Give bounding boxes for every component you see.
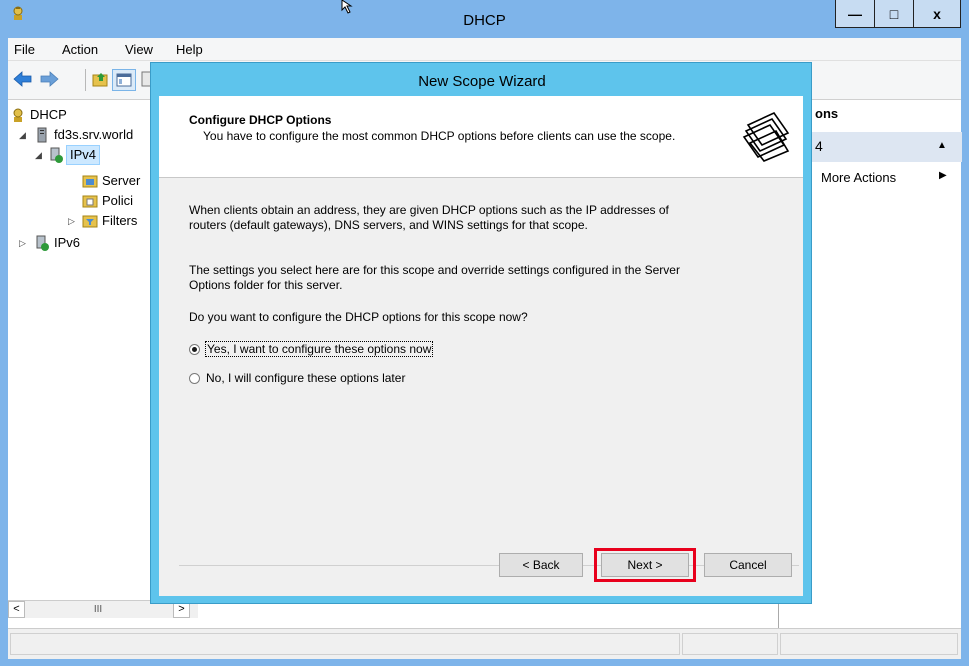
wizard-body: Configure DHCP Options You have to confi… (159, 96, 803, 596)
wizard-subheading: You have to configure the most common DH… (203, 129, 676, 143)
tree-label-ipv4: IPv4 (66, 145, 101, 165)
radio-no-label: No, I will configure these options later (206, 371, 406, 385)
server-icon (37, 127, 47, 143)
tree-label-server-options: Server (102, 173, 141, 188)
minimize-icon: — (848, 5, 862, 22)
wizard-title: New Scope Wizard (418, 73, 546, 90)
submenu-arrow-icon: ▶ (939, 170, 947, 181)
title-bar[interactable]: DHCP — □ x (0, 0, 969, 38)
maximize-button[interactable]: □ (874, 0, 914, 28)
toolbar-separator (85, 69, 86, 91)
wizard-question: Do you want to configure the DHCP option… (189, 310, 528, 324)
scroll-thumb[interactable]: III (28, 603, 168, 616)
wizard-heading: Configure DHCP Options (189, 113, 332, 127)
filters-icon (82, 215, 98, 228)
radio-yes-label: Yes, I want to configure these options n… (204, 341, 434, 357)
radio-option-no[interactable]: No, I will configure these options later (189, 370, 405, 386)
ipv4-icon (50, 147, 63, 163)
tree-label-server: fd3s.srv.world (54, 127, 134, 142)
status-cell-tertiary (780, 633, 958, 655)
cancel-button[interactable]: Cancel (704, 553, 792, 577)
maximize-icon: □ (889, 5, 899, 22)
window-title: DHCP (463, 12, 506, 29)
radio-no-button[interactable] (189, 372, 200, 384)
tree-label-dhcp: DHCP (30, 107, 67, 122)
policies-icon (82, 195, 98, 208)
close-icon: x (933, 5, 941, 22)
ipv6-icon (36, 235, 49, 251)
actions-section-label: 4 (815, 138, 823, 154)
status-cell-secondary (682, 633, 778, 655)
next-button-highlight (594, 548, 696, 582)
back-button[interactable]: < Back (499, 553, 583, 577)
folders-icon (736, 103, 800, 167)
close-button[interactable]: x (913, 0, 961, 28)
tree-label-policies: Polici (102, 193, 134, 208)
expand-arrow-icon[interactable]: ▷ (19, 234, 29, 252)
more-actions-label: More Actions (821, 170, 897, 185)
radio-option-yes[interactable]: Yes, I want to configure these options n… (189, 341, 434, 357)
forward-arrow-icon[interactable] (38, 69, 60, 89)
server-options-icon (82, 175, 98, 188)
menu-help[interactable]: Help (176, 42, 203, 57)
mouse-cursor-icon (341, 0, 353, 14)
menu-bar: File Action View Help (8, 38, 961, 61)
collapse-arrow-icon[interactable]: ◢ (35, 146, 45, 164)
wizard-header: Configure DHCP Options You have to confi… (159, 96, 803, 178)
scroll-left-button[interactable]: < (8, 601, 25, 618)
dhcp-node-icon (13, 108, 23, 122)
new-scope-wizard-dialog: New Scope Wizard Configure DHCP Options … (150, 62, 812, 604)
minimize-button[interactable]: — (835, 0, 875, 28)
wizard-paragraph-2: The settings you select here are for thi… (189, 263, 680, 292)
tree-label-filters: Filters (102, 213, 138, 228)
menu-action[interactable]: Action (62, 42, 98, 57)
tree-label-ipv6: IPv6 (54, 235, 81, 250)
wizard-paragraph-1: When clients obtain an address, they are… (189, 203, 669, 232)
collapse-arrow-icon[interactable]: ◢ (19, 126, 29, 144)
console-tree-icon[interactable] (112, 69, 136, 91)
radio-yes-button[interactable] (189, 343, 200, 355)
back-arrow-icon[interactable] (12, 69, 34, 89)
status-bar (8, 628, 961, 659)
collapse-up-icon[interactable]: ▲ (937, 140, 947, 151)
menu-file[interactable]: File (14, 42, 35, 57)
up-folder-icon[interactable] (90, 69, 112, 89)
menu-view[interactable]: View (125, 42, 153, 57)
status-cell-main (10, 633, 680, 655)
expand-arrow-icon[interactable]: ▷ (68, 212, 78, 230)
